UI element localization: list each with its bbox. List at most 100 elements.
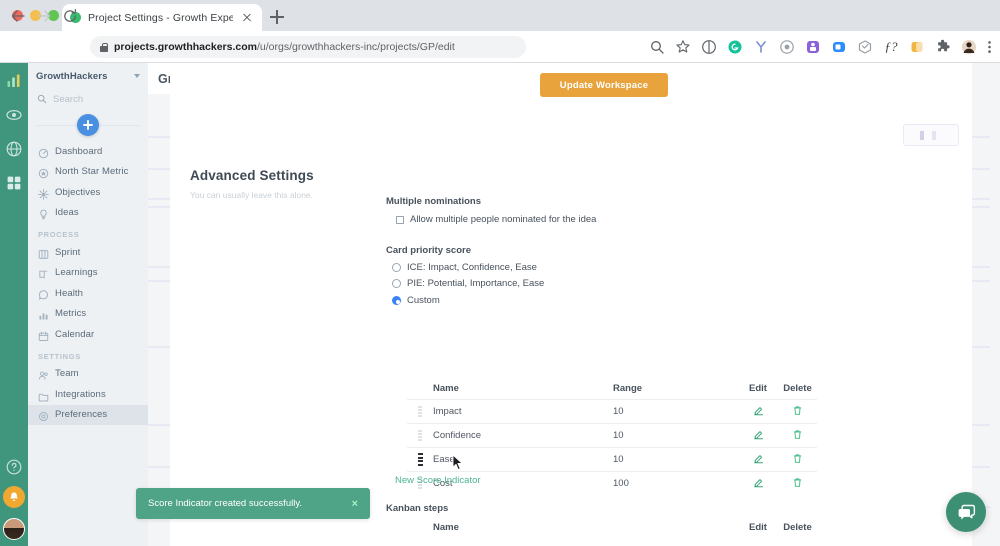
url-path: /u/orgs/growthhackers-inc/projects/GP/ed… [256,41,455,53]
team-icon [38,368,49,380]
priority-option-label: ICE: Impact, Confidence, Ease [407,262,537,273]
browser-tab-bar: Project Settings - Growth Expe [0,0,1000,31]
chat-bubble-icon[interactable] [946,492,986,532]
new-score-indicator-link[interactable]: New Score Indicator [395,475,481,486]
drag-handle-icon[interactable] [407,453,433,466]
profile-avatar-icon[interactable] [961,39,977,55]
bookmark-star-icon[interactable] [675,39,691,55]
priority-option-label: PIE: Potential, Importance, Ease [407,278,545,289]
add-button-row [28,109,148,141]
trash-icon[interactable] [778,477,817,491]
trash-icon[interactable] [778,405,817,419]
update-workspace-button[interactable]: Update Workspace [540,73,668,97]
sidebar-search[interactable]: Search [28,89,148,109]
analytics-logo-icon[interactable] [5,72,23,90]
notification-bell-icon[interactable] [3,486,25,508]
priority-option-custom[interactable]: Custom [392,295,440,306]
sidebar-item-health[interactable]: Health [28,283,148,304]
browser-tab[interactable]: Project Settings - Growth Expe [62,4,262,31]
edit-icon[interactable] [738,429,778,443]
sidebar-item-sprint[interactable]: Sprint [28,242,148,263]
sidebar-item-team[interactable]: Team [28,364,148,385]
kanban-steps-label: Kanban steps [386,503,449,514]
puzzle-extensions-icon[interactable] [935,39,951,55]
new-tab-button[interactable] [268,8,286,26]
drag-handle-icon[interactable] [407,406,433,417]
sidebar-item-learnings[interactable]: Learnings [28,263,148,284]
trash-icon[interactable] [778,453,817,467]
allow-multiple-nominations-option[interactable]: Allow multiple people nominated for the … [396,214,596,225]
lock-icon [100,42,108,52]
indicator-name: Confidence [433,430,482,441]
multiple-nominations-label: Multiple nominations [386,196,481,207]
kanban-header-name: Name [433,522,459,533]
card-priority-score-label: Card priority score [386,245,471,256]
radio-ice[interactable] [392,263,401,272]
forward-arrow-icon[interactable] [36,8,52,24]
toast-notification: Score Indicator created successfully. × [136,488,370,519]
lastpass-icon[interactable] [805,39,821,55]
sidebar-item-dashboard[interactable]: Dashboard [28,141,148,162]
add-plus-button[interactable] [77,114,99,136]
table-row[interactable]: Confidence 10 [407,423,817,447]
drag-handle-icon[interactable] [407,430,433,441]
search-icon[interactable] [649,39,665,55]
allow-multiple-label: Allow multiple people nominated for the … [410,214,597,225]
table-row[interactable]: Ease 10 [407,447,817,471]
priority-option-label: Custom [407,295,440,306]
kanban-header-edit: Edit [749,522,767,533]
chrome-menu-icon[interactable] [987,39,992,55]
sidebar-item-integrations[interactable]: Integrations [28,384,148,405]
integrations-icon [38,389,49,402]
grid-apps-icon[interactable] [5,174,23,192]
sidebar-item-label: North Star Metric [55,166,129,178]
tab-title: Project Settings - Growth Expe [88,11,233,24]
address-bar[interactable]: projects.growthhackers.com/u/orgs/growth… [90,36,526,58]
radio-custom[interactable] [392,296,401,305]
rail-bottom-icons [0,458,28,540]
reload-icon[interactable] [62,8,78,24]
extension-toolbar: ƒ? [649,36,992,58]
sidebar-item-north-star-metric[interactable]: North Star Metric [28,162,148,183]
indicator-name: Impact [433,406,462,417]
priority-option-ice[interactable]: ICE: Impact, Confidence, Ease [392,262,537,273]
address-bar-url: projects.growthhackers.com/u/orgs/growth… [114,41,455,53]
page-scrollbar[interactable] [990,125,1000,546]
table-row[interactable]: Impact 10 [407,399,817,423]
sidebar-item-calendar[interactable]: Calendar [28,324,148,345]
workspace-switcher[interactable]: GrowthHackers [28,63,148,89]
user-avatar[interactable] [3,518,25,540]
yandex-icon[interactable] [753,39,769,55]
sidebar-item-objectives[interactable]: Objectives [28,182,148,203]
sidebar-item-preferences[interactable]: Preferences [28,404,148,425]
eye-icon[interactable] [5,106,23,124]
calendar-icon [38,329,49,341]
help-circle-icon[interactable] [5,458,23,476]
browser-window: Project Settings - Growth Expe projects.… [0,0,1000,546]
radio-pie[interactable] [392,279,401,288]
sidebar-item-label: Calendar [55,328,95,340]
back-arrow-icon[interactable] [10,8,26,24]
grammarly-icon[interactable] [727,39,743,55]
lightbulb-icon [38,207,49,220]
sidebar-item-ideas[interactable]: Ideas [28,203,148,224]
sidebar-item-metrics[interactable]: Metrics [28,304,148,325]
edit-icon[interactable] [738,477,778,491]
globe-icon[interactable] [5,140,23,158]
allow-multiple-checkbox[interactable] [396,215,404,224]
edit-icon[interactable] [738,453,778,467]
shield-icon[interactable] [779,39,795,55]
priority-option-pie[interactable]: PIE: Potential, Importance, Ease [392,278,544,289]
settings-page: Update Workspace Advanced Settings You c… [148,63,1000,546]
zoom-icon[interactable] [831,39,847,55]
sidebar-item-label: Team [55,368,79,380]
indicator-range: 10 [613,406,624,417]
trash-icon[interactable] [778,429,817,443]
tab-close-icon[interactable] [240,11,254,25]
notion-icon[interactable] [909,39,925,55]
toast-close-icon[interactable]: × [352,498,358,510]
pocket-icon[interactable] [701,39,717,55]
app-icon-rail [0,63,28,546]
honey-icon[interactable] [857,39,873,55]
edit-icon[interactable] [738,405,778,419]
